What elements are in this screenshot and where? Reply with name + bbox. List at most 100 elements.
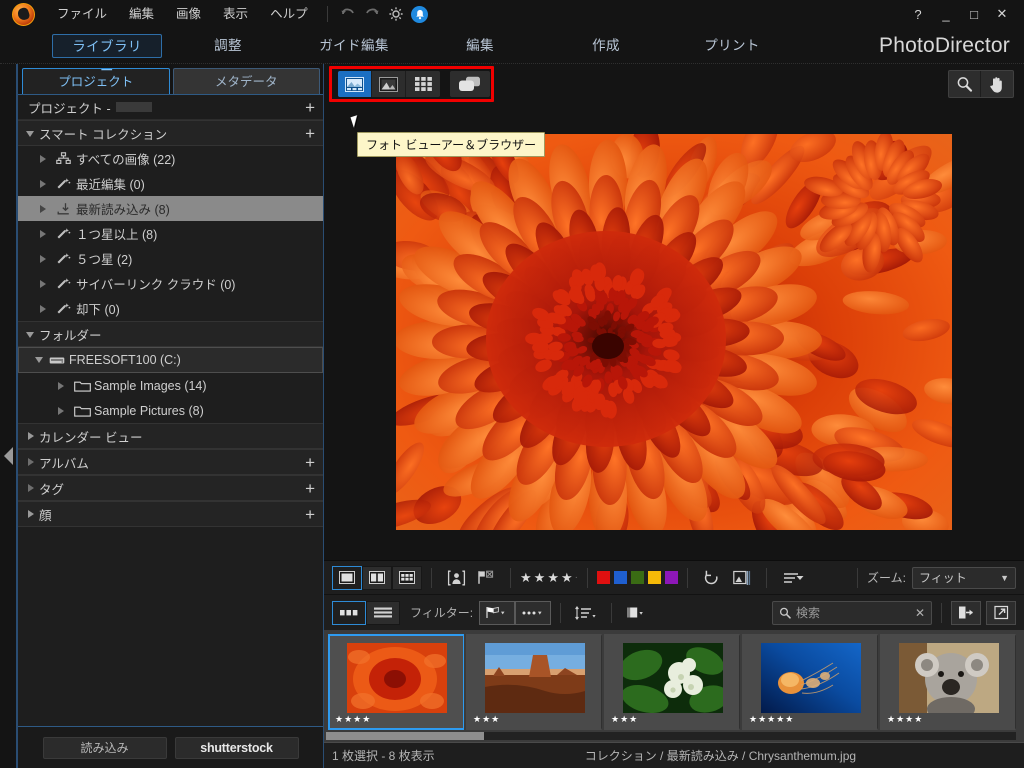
multi-view-button[interactable]: [392, 566, 422, 590]
sidebar-item-recently-edited[interactable]: 最近編集 (0): [18, 171, 323, 196]
star-1[interactable]: ★: [520, 570, 532, 586]
list-view-button[interactable]: [366, 601, 400, 625]
gear-icon[interactable]: [384, 0, 408, 28]
sidebar-item-rejected[interactable]: 却下 (0): [18, 296, 323, 321]
menu-image[interactable]: 画像: [165, 0, 212, 28]
add-tag-button[interactable]: +: [305, 480, 315, 497]
notification-bell-icon[interactable]: [408, 0, 432, 28]
shutterstock-button[interactable]: shutterstock: [175, 737, 299, 759]
collapse-panel-arrow-icon[interactable]: [4, 447, 13, 465]
sidebar-item-cyberlink-cloud[interactable]: サイバーリンク クラウド (0): [18, 271, 323, 296]
project-add-button[interactable]: +: [305, 99, 315, 116]
sort-icon[interactable]: [776, 566, 812, 590]
chevron-right-icon[interactable]: [40, 180, 46, 188]
sidebar-tab-metadata[interactable]: メタデータ: [173, 68, 321, 94]
filmstrip-scrollbar[interactable]: [326, 732, 1016, 740]
redo-icon[interactable]: [360, 0, 384, 28]
main-photo[interactable]: [396, 134, 952, 530]
color-label-purple[interactable]: [665, 571, 678, 584]
stack-view-button[interactable]: [621, 601, 653, 625]
help-button[interactable]: ?: [904, 2, 932, 26]
magnifier-icon[interactable]: [949, 71, 981, 97]
face-tag-icon[interactable]: [441, 566, 471, 590]
rotate-icon[interactable]: [697, 566, 727, 590]
project-header-label: プロジェクト -: [28, 98, 111, 117]
chevron-down-icon[interactable]: ▼: [1000, 573, 1009, 583]
app-logo: [0, 0, 46, 28]
group-album[interactable]: アルバム +: [18, 449, 323, 475]
chevron-right-icon[interactable]: [40, 230, 46, 238]
search-clear-icon[interactable]: ✕: [915, 606, 925, 620]
group-face[interactable]: 顔 +: [18, 501, 323, 527]
add-face-button[interactable]: +: [305, 506, 315, 523]
chevron-down-icon[interactable]: [35, 357, 43, 363]
list-item[interactable]: ★★★: [466, 634, 602, 730]
menu-help[interactable]: ヘルプ: [259, 0, 319, 28]
sidebar-item-latest-import[interactable]: 最新読み込み (8): [18, 196, 323, 221]
tab-edit[interactable]: 編集: [420, 34, 540, 58]
tab-create[interactable]: 作成: [546, 34, 666, 58]
sidebar-item-sample-images[interactable]: Sample Images (14): [18, 373, 323, 398]
flag-filter-button[interactable]: [479, 601, 515, 625]
sidebar-tab-project[interactable]: プロジェクト: [22, 68, 170, 94]
color-label-green[interactable]: [631, 571, 644, 584]
flag-reject-icon[interactable]: [471, 566, 501, 590]
minimize-button[interactable]: _: [932, 2, 960, 26]
single-view-button[interactable]: [332, 566, 362, 590]
chevron-right-icon[interactable]: [40, 155, 46, 163]
tab-library[interactable]: ライブラリー: [52, 34, 162, 58]
add-album-button[interactable]: +: [305, 454, 315, 471]
star-2[interactable]: ★: [534, 570, 546, 586]
sidebar-item-five-star[interactable]: ５つ星 (2): [18, 246, 323, 271]
filmstrip-scrollbar-thumb[interactable]: [326, 732, 484, 740]
menu-edit[interactable]: 編集: [118, 0, 165, 28]
tab-adjustment[interactable]: 調整: [168, 34, 288, 58]
menu-file[interactable]: ファイル: [46, 0, 118, 28]
search-box[interactable]: ✕: [772, 601, 932, 625]
rating-stars[interactable]: ★ ★ ★ ★ ·: [520, 570, 578, 586]
sidebar-item-one-star-plus[interactable]: １つ星以上 (8): [18, 221, 323, 246]
sort-order-button[interactable]: [570, 601, 602, 625]
add-smart-collection-button[interactable]: +: [305, 125, 315, 142]
close-button[interactable]: ✕: [988, 2, 1016, 26]
before-after-icon[interactable]: [727, 566, 757, 590]
sidebar-item-drive[interactable]: FREESOFT100 (C:): [18, 347, 323, 373]
chevron-right-icon[interactable]: [40, 255, 46, 263]
list-item[interactable]: ★★★★: [880, 634, 1016, 730]
chevron-right-icon[interactable]: [40, 205, 46, 213]
tab-guided-edit[interactable]: ガイド編集: [294, 34, 414, 58]
chevron-right-icon[interactable]: [58, 382, 64, 390]
tab-print[interactable]: プリント: [672, 34, 792, 58]
maximize-button[interactable]: □: [960, 2, 988, 26]
star-3[interactable]: ★: [547, 570, 559, 586]
list-item[interactable]: ★★★★: [328, 634, 464, 730]
color-label-red[interactable]: [597, 571, 610, 584]
hand-icon[interactable]: [981, 71, 1013, 97]
group-smart-collection[interactable]: スマート コレクション +: [18, 120, 323, 146]
zoom-select[interactable]: フィット ▼: [912, 567, 1016, 589]
star-5-empty[interactable]: ·: [575, 572, 578, 583]
thumbnail-image: [761, 643, 861, 713]
undo-icon[interactable]: [336, 0, 360, 28]
group-folders[interactable]: フォルダー: [18, 321, 323, 347]
open-external-icon[interactable]: [986, 601, 1016, 625]
search-input[interactable]: [796, 606, 910, 620]
chevron-right-icon[interactable]: [58, 407, 64, 415]
export-icon[interactable]: [951, 601, 981, 625]
compare-view-button[interactable]: [362, 566, 392, 590]
list-item[interactable]: ★★★★★: [742, 634, 878, 730]
list-item[interactable]: ★★★: [604, 634, 740, 730]
sidebar-item-sample-pictures[interactable]: Sample Pictures (8): [18, 398, 323, 423]
chevron-right-icon[interactable]: [40, 280, 46, 288]
color-label-blue[interactable]: [614, 571, 627, 584]
menu-view[interactable]: 表示: [212, 0, 259, 28]
star-4[interactable]: ★: [561, 570, 573, 586]
chevron-right-icon[interactable]: [40, 305, 46, 313]
color-label-yellow[interactable]: [648, 571, 661, 584]
sidebar-item-all-photos[interactable]: すべての画像 (22): [18, 146, 323, 171]
more-filter-button[interactable]: [515, 601, 551, 625]
import-button[interactable]: 読み込み: [43, 737, 167, 759]
group-tag[interactable]: タグ +: [18, 475, 323, 501]
group-calendar-view[interactable]: カレンダー ビュー: [18, 423, 323, 449]
thumbnail-view-button[interactable]: [332, 601, 366, 625]
